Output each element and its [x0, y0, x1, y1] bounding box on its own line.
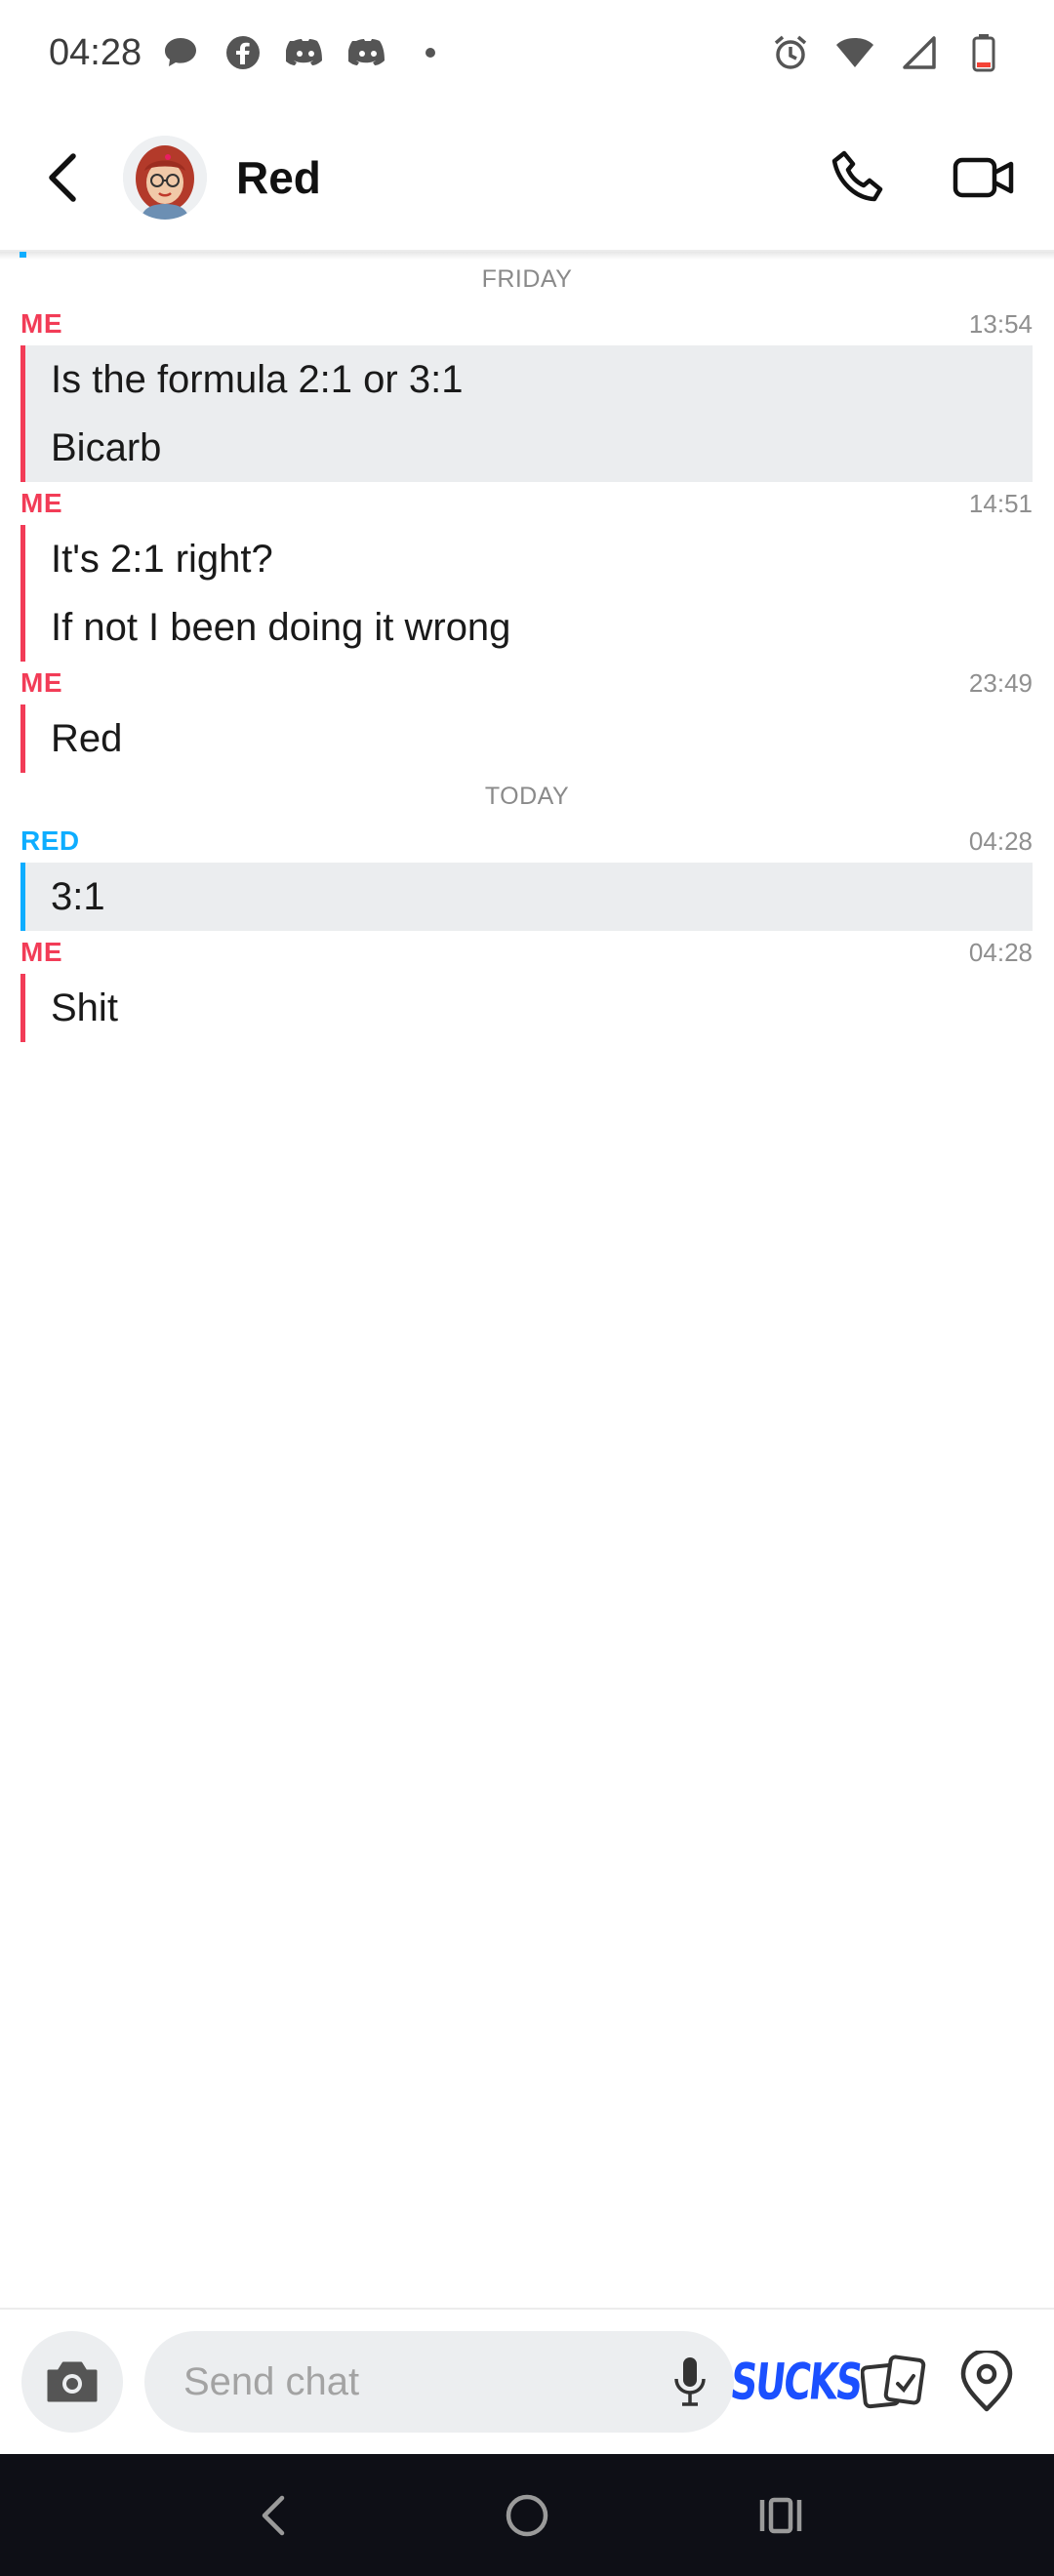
chat-composer: SUCKS: [0, 2308, 1054, 2454]
status-time: 04:28: [49, 31, 142, 73]
voice-call-button[interactable]: [810, 129, 908, 226]
message-body[interactable]: Red: [20, 704, 1033, 773]
map-pin-icon: [960, 2351, 1013, 2412]
message-group: ME 04:28 Shit: [0, 931, 1054, 1042]
message-body[interactable]: Is the formula 2:1 or 3:1 Bicarb: [20, 345, 1033, 482]
video-camera-icon: [953, 157, 1014, 198]
message-text[interactable]: Bicarb: [25, 414, 1033, 482]
message-header: ME 23:49: [0, 662, 1054, 704]
discord-icon: [284, 31, 327, 74]
message-text[interactable]: Red: [25, 704, 1033, 773]
message-group: RED 04:28 3:1: [0, 820, 1054, 931]
video-call-button[interactable]: [935, 129, 1033, 226]
wifi-icon: [833, 31, 876, 74]
sender-label: ME: [20, 488, 62, 518]
chat-header: Red: [0, 105, 1054, 252]
message-text[interactable]: Is the formula 2:1 or 3:1: [25, 345, 1033, 414]
message-text[interactable]: 3:1: [25, 863, 1033, 931]
message-header: ME 04:28: [0, 931, 1054, 974]
nav-back-button[interactable]: [229, 2472, 317, 2559]
facebook-icon: [222, 31, 264, 74]
message-time: 14:51: [968, 488, 1033, 518]
message-group: ME 23:49 Red: [0, 662, 1054, 773]
cell-signal-icon: [898, 31, 941, 74]
sender-label: RED: [20, 825, 80, 856]
sender-label: ME: [20, 937, 62, 967]
day-separator: TODAY: [484, 782, 570, 810]
message-header: ME 14:51: [0, 482, 1054, 525]
header-actions: [783, 129, 1033, 226]
status-right: [748, 31, 1005, 74]
camera-button[interactable]: [21, 2331, 123, 2433]
avatar[interactable]: [123, 136, 207, 220]
message-text[interactable]: It's 2:1 right?: [25, 525, 1033, 593]
message-group: ME 13:54 Is the formula 2:1 or 3:1 Bicar…: [0, 302, 1054, 482]
message-time: 04:28: [968, 825, 1033, 856]
message-time: 13:54: [968, 308, 1033, 339]
discord-icon: [346, 31, 389, 74]
message-text[interactable]: Shit: [25, 974, 1033, 1042]
message-text[interactable]: If not I been doing it wrong: [25, 593, 1033, 662]
message-body[interactable]: 3:1: [20, 863, 1033, 931]
cards-button[interactable]: [855, 2331, 933, 2433]
message-time: 23:49: [968, 667, 1033, 698]
microphone-button[interactable]: [668, 2353, 712, 2411]
chat-thread[interactable]: FRIDAY ME 13:54 Is the formula 2:1 or 3:…: [0, 256, 1054, 1042]
nav-recents-button[interactable]: [737, 2472, 825, 2559]
sender-label: ME: [20, 308, 62, 339]
battery-low-icon: [962, 31, 1005, 74]
back-button[interactable]: [20, 134, 107, 221]
message-body[interactable]: Shit: [20, 974, 1033, 1042]
alarm-icon: [769, 31, 812, 74]
nav-back-icon: [262, 2495, 285, 2535]
dot-icon: [409, 31, 452, 74]
nav-home-icon: [506, 2494, 548, 2536]
system-navigation-bar: [0, 2454, 1054, 2576]
phone-icon: [831, 150, 883, 202]
camera-icon: [47, 2361, 98, 2402]
message-body[interactable]: It's 2:1 right? If not I been doing it w…: [20, 525, 1033, 662]
day-separator: FRIDAY: [481, 264, 573, 293]
status-bar: 04:28: [0, 0, 1054, 105]
microphone-icon: [674, 2357, 706, 2406]
send-chat-field[interactable]: [144, 2331, 734, 2433]
cards-icon: [861, 2355, 926, 2409]
message-group: ME 14:51 It's 2:1 right? If not I been d…: [0, 482, 1054, 662]
chevron-left-icon: [49, 153, 76, 202]
message-header: RED 04:28: [0, 820, 1054, 863]
sticker-button[interactable]: SUCKS: [727, 2331, 863, 2433]
nav-home-button[interactable]: [483, 2472, 571, 2559]
nav-recents-icon: [759, 2497, 802, 2533]
map-button[interactable]: [953, 2331, 1021, 2433]
message-time: 04:28: [968, 937, 1033, 967]
message-header: ME 13:54: [0, 302, 1054, 345]
chat-bubble-icon: [159, 31, 202, 74]
sticker-text: SUCKS: [727, 2353, 864, 2411]
send-chat-input[interactable]: [183, 2359, 669, 2404]
chat-title[interactable]: Red: [236, 151, 321, 204]
sender-label: ME: [20, 667, 62, 698]
